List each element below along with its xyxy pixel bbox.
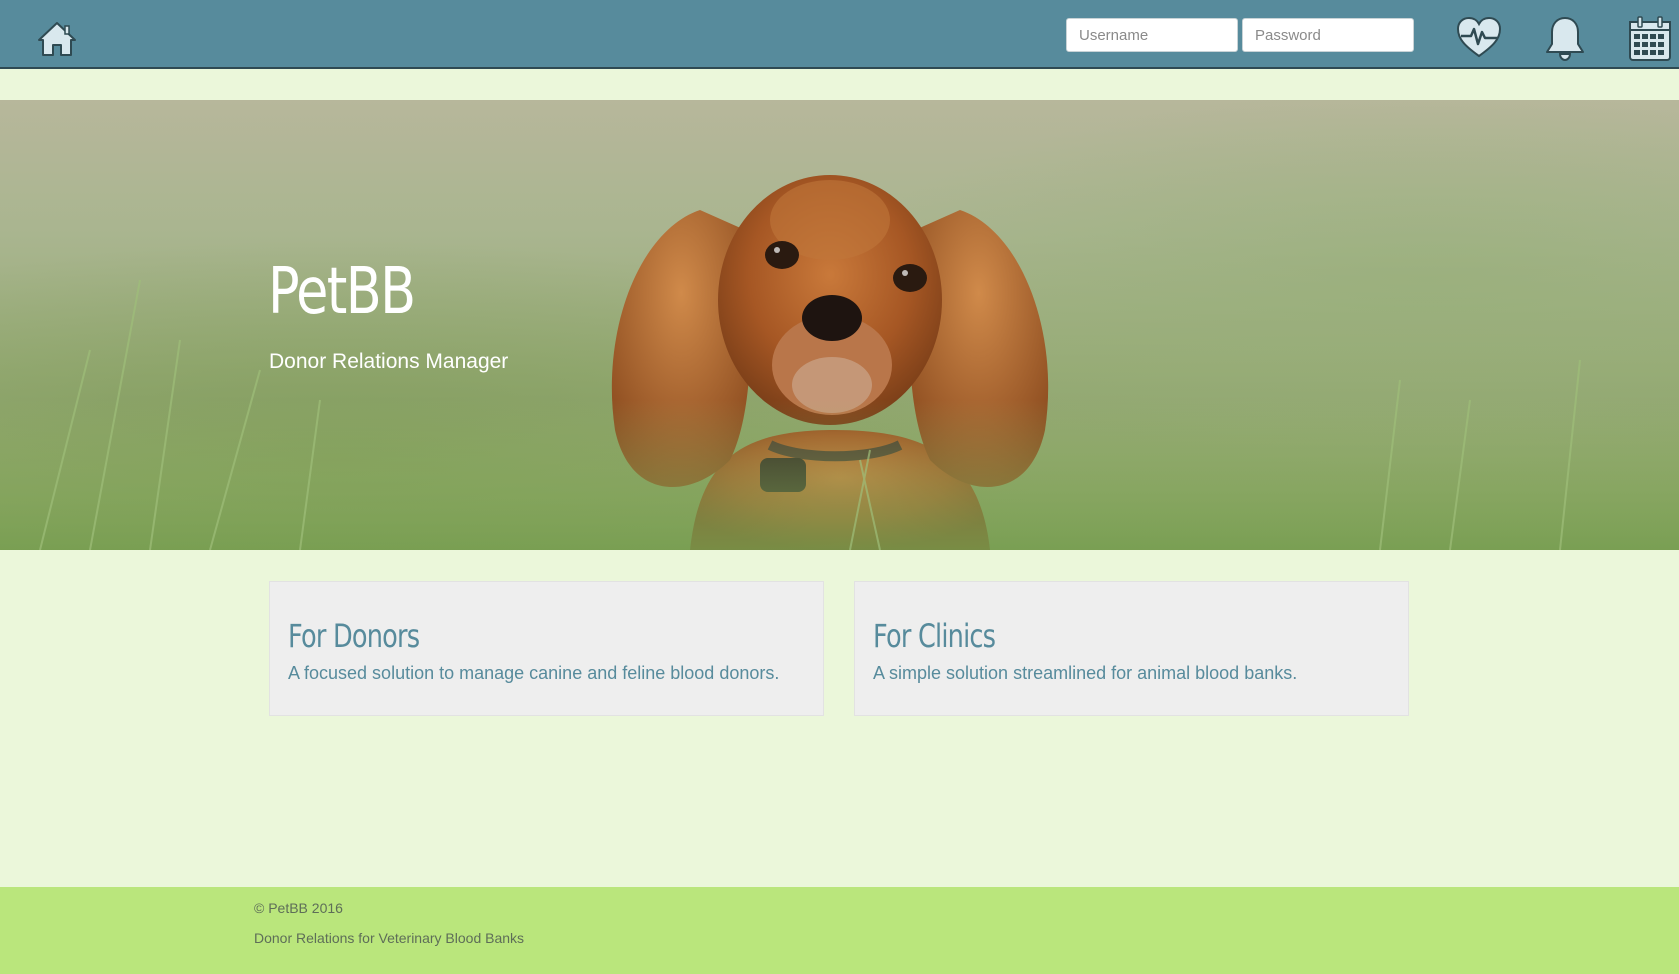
health-button[interactable] [1455,14,1503,62]
top-navbar [0,0,1679,69]
hero-title: PetBB [268,255,416,329]
home-button[interactable] [36,20,78,58]
home-icon [38,22,76,56]
card-for-clinics[interactable]: For Clinics A simple solution streamline… [854,581,1409,716]
hero-subtitle: Donor Relations Manager [269,350,509,373]
footer-tagline: Donor Relations for Veterinary Blood Ban… [254,930,525,946]
calendar-button[interactable] [1626,14,1674,62]
heart-pulse-icon [1456,16,1502,58]
card-for-donors[interactable]: For Donors A focused solution to manage … [269,581,824,716]
password-input[interactable] [1242,18,1414,52]
bell-icon [1546,17,1584,62]
card-description: A simple solution streamlined for animal… [873,663,1298,683]
calendar-icon [1629,16,1671,61]
header-spacer [0,69,1679,100]
hero-banner: PetBB Donor Relations Manager [0,100,1679,550]
main-content: For Donors A focused solution to manage … [0,550,1679,887]
card-title: For Clinics [873,617,996,655]
card-title: For Donors [288,617,420,655]
hero-dog-photo [0,175,1679,550]
footer: © PetBB 2016 Donor Relations for Veterin… [0,887,1679,974]
card-description: A focused solution to manage canine and … [288,663,780,683]
notifications-button[interactable] [1541,14,1589,62]
username-input[interactable] [1066,18,1238,52]
footer-copyright: © PetBB 2016 [254,900,343,916]
